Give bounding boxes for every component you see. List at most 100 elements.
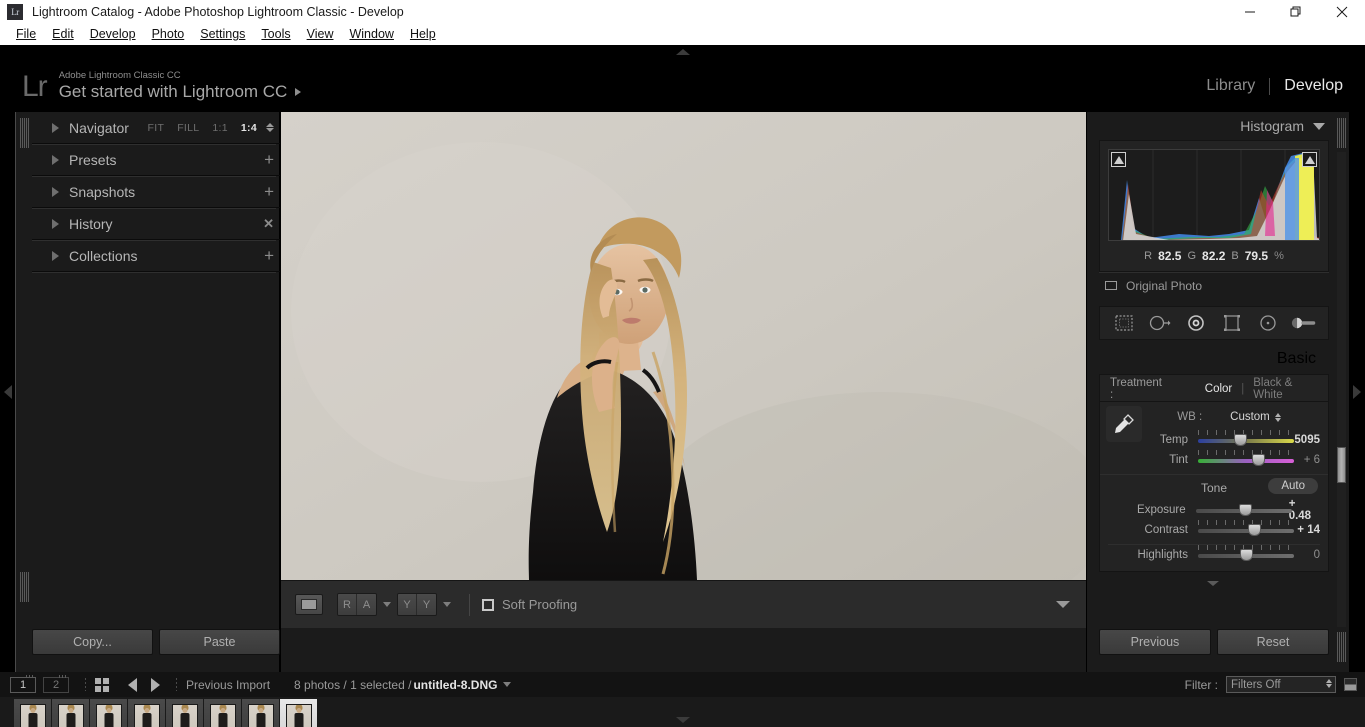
paste-settings-button[interactable]: Paste <box>159 629 280 655</box>
add-snapshot-icon[interactable]: + <box>264 183 274 200</box>
reset-button[interactable]: Reset <box>1217 629 1329 655</box>
menu-edit[interactable]: Edit <box>44 25 82 43</box>
slider-exposure-track[interactable] <box>1195 504 1292 516</box>
graduated-filter-tool[interactable] <box>1219 311 1245 335</box>
photo-canvas[interactable] <box>281 112 1086 580</box>
filter-select[interactable]: Filters Off <box>1226 676 1336 693</box>
panel-navigator[interactable]: Navigator FIT FILL 1:1 1:4 <box>32 112 280 145</box>
histogram-plot[interactable] <box>1108 149 1320 241</box>
slider-temp-value[interactable]: 5095 <box>1294 434 1320 446</box>
filter-toggle-swatch[interactable] <box>1344 678 1357 691</box>
loupe-view-button[interactable] <box>295 594 323 615</box>
menu-file[interactable]: File <box>8 25 44 43</box>
identity-plate[interactable]: Lr Adobe Lightroom Classic CC Get starte… <box>22 70 302 102</box>
slider-highlights-value[interactable]: 0 <box>1314 549 1320 561</box>
auto-tone-button[interactable]: Auto <box>1268 478 1318 494</box>
treatment-bw-option[interactable]: Black & White <box>1253 377 1318 401</box>
right-panel-scroll-hint[interactable] <box>1087 573 1339 591</box>
identity-title-row[interactable]: Get started with Lightroom CC <box>59 82 302 102</box>
slider-exposure-value[interactable]: + 0.48 <box>1289 498 1320 522</box>
zoom-fill[interactable]: FILL <box>177 122 199 134</box>
grid-view-icon[interactable] <box>95 677 109 692</box>
slider-exposure[interactable]: Exposure + 0.48 <box>1100 498 1328 522</box>
module-library[interactable]: Library <box>1206 77 1255 95</box>
shadow-clipping-indicator[interactable] <box>1111 152 1126 167</box>
soft-proofing-checkbox[interactable] <box>482 598 494 611</box>
right-panel-collapse-handle[interactable] <box>1349 112 1365 672</box>
radial-filter-tool[interactable] <box>1255 311 1281 335</box>
before-after-yy-button[interactable]: Y Y <box>397 593 437 616</box>
left-panel-grip-bottom[interactable] <box>20 572 29 602</box>
before-after-ra-button[interactable]: R A <box>337 593 377 616</box>
previous-button[interactable]: Previous <box>1099 629 1211 655</box>
clear-history-icon[interactable]: ✕ <box>263 216 274 232</box>
disclosure-triangle-icon[interactable] <box>52 186 59 197</box>
module-develop[interactable]: Develop <box>1284 77 1343 95</box>
menu-tools[interactable]: Tools <box>253 25 298 43</box>
filmstrip-filename-dropdown-icon[interactable] <box>503 682 512 687</box>
original-photo-row[interactable]: Original Photo <box>1099 272 1329 298</box>
crop-overlay-tool[interactable] <box>1111 311 1137 335</box>
slider-highlights[interactable]: Highlights 0 <box>1100 545 1328 565</box>
go-back-icon[interactable] <box>128 677 137 692</box>
slider-temp-track[interactable] <box>1198 430 1294 446</box>
menu-photo[interactable]: Photo <box>144 25 193 43</box>
spot-removal-tool[interactable] <box>1147 311 1173 335</box>
before-after-ra-dropdown-icon[interactable] <box>383 602 391 607</box>
slider-tint-knob[interactable] <box>1251 454 1265 466</box>
top-panel-collapse-handle[interactable] <box>0 47 1365 57</box>
left-panel-collapse-handle[interactable] <box>0 112 16 672</box>
slider-temp-knob[interactable] <box>1234 434 1248 446</box>
zoom-stepper-icon[interactable] <box>266 123 274 132</box>
zoom-1-1[interactable]: 1:1 <box>212 122 228 134</box>
add-preset-icon[interactable]: + <box>264 151 274 168</box>
menu-help[interactable]: Help <box>402 25 444 43</box>
panel-history[interactable]: History ✕ <box>32 208 280 241</box>
before-after-yy-dropdown-icon[interactable] <box>443 602 451 607</box>
panel-presets[interactable]: Presets + <box>32 144 280 177</box>
slider-tint[interactable]: Tint + 6 <box>1100 450 1328 470</box>
filmstrip-source[interactable]: Previous Import <box>186 678 270 692</box>
slider-contrast-track[interactable] <box>1198 520 1294 536</box>
original-photo-checkbox[interactable] <box>1105 281 1117 290</box>
maximize-button[interactable] <box>1273 0 1319 23</box>
adjustment-brush-tool[interactable] <box>1291 311 1317 335</box>
filmstrip-filename-wrap[interactable]: untitled-8.DNG <box>413 678 497 692</box>
toolbar-options-button[interactable] <box>1056 601 1070 608</box>
slider-tint-track[interactable] <box>1198 450 1294 466</box>
menu-develop[interactable]: Develop <box>82 25 144 43</box>
slider-contrast-value[interactable]: + 14 <box>1297 524 1320 536</box>
highlight-clipping-indicator[interactable] <box>1302 152 1317 167</box>
slider-highlights-knob[interactable] <box>1240 549 1253 561</box>
basic-header[interactable]: Basic <box>1087 344 1339 374</box>
disclosure-triangle-icon[interactable] <box>52 122 59 133</box>
zoom-1-4[interactable]: 1:4 <box>241 122 257 134</box>
zoom-fit[interactable]: FIT <box>148 122 165 134</box>
panel-snapshots[interactable]: Snapshots + <box>32 176 280 209</box>
left-panel-grip-top[interactable] <box>20 118 29 148</box>
histogram-header[interactable]: Histogram <box>1087 112 1339 140</box>
copy-settings-button[interactable]: Copy... <box>32 629 153 655</box>
slider-tint-value[interactable]: + 6 <box>1304 454 1320 466</box>
menu-view[interactable]: View <box>299 25 342 43</box>
menu-window[interactable]: Window <box>341 25 401 43</box>
disclosure-triangle-icon[interactable] <box>52 218 59 229</box>
minimize-button[interactable] <box>1227 0 1273 23</box>
disclosure-triangle-icon[interactable] <box>52 154 59 165</box>
red-eye-correction-tool[interactable] <box>1183 311 1209 335</box>
white-balance-selector[interactable] <box>1106 406 1142 442</box>
screen-badge-1[interactable]: 1 <box>10 674 36 693</box>
menu-settings[interactable]: Settings <box>192 25 253 43</box>
slider-contrast[interactable]: Contrast + 14 <box>1100 520 1328 540</box>
go-forward-icon[interactable] <box>151 677 160 692</box>
screen-badge-2[interactable]: 2 <box>43 674 69 693</box>
close-button[interactable] <box>1319 0 1365 23</box>
bottom-panel-collapse-handle[interactable] <box>0 715 1365 725</box>
treatment-color-option[interactable]: Color <box>1205 383 1232 395</box>
disclosure-triangle-icon[interactable] <box>52 250 59 261</box>
add-collection-icon[interactable]: + <box>264 247 274 264</box>
slider-exposure-knob[interactable] <box>1238 504 1252 516</box>
slider-contrast-knob[interactable] <box>1247 524 1261 536</box>
panel-collections[interactable]: Collections + <box>32 240 280 273</box>
slider-highlights-track[interactable] <box>1198 545 1294 561</box>
